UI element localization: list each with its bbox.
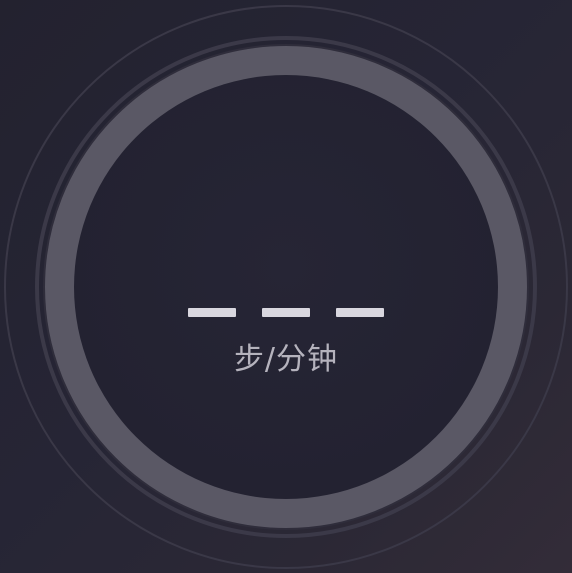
dial-face: [74, 75, 498, 499]
cadence-unit-label: 步/分钟: [233, 342, 339, 377]
value-dash: [262, 308, 310, 317]
cadence-dial: 步/分钟: [0, 0, 572, 573]
value-dash: [336, 308, 384, 317]
value-dash: [188, 308, 236, 317]
cadence-value-placeholder: [0, 308, 572, 317]
